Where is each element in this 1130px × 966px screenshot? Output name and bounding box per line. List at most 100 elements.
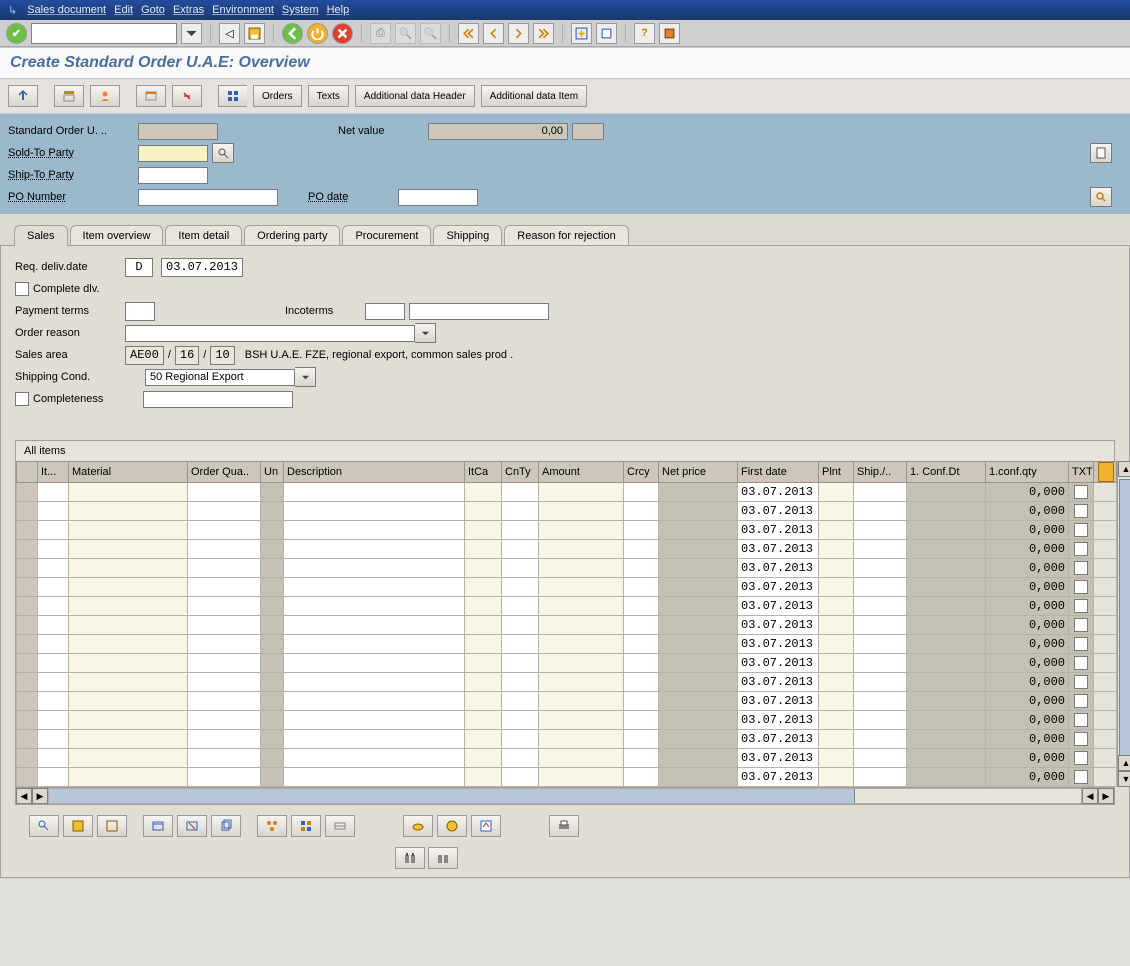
grid-cell[interactable] <box>1069 730 1093 748</box>
grid-cell[interactable] <box>38 730 68 748</box>
grid-cell[interactable] <box>659 730 737 748</box>
row-selector[interactable] <box>17 711 38 730</box>
grid-cell[interactable] <box>819 578 853 596</box>
grid-cell[interactable] <box>188 711 260 729</box>
column-header[interactable]: CnTy <box>502 462 539 483</box>
grid-cell[interactable] <box>502 597 538 615</box>
help-button[interactable]: ? <box>634 23 655 44</box>
grid-cell[interactable] <box>38 654 68 672</box>
nav-back-button[interactable] <box>282 23 303 44</box>
column-header[interactable]: Description <box>284 462 465 483</box>
req-deliv-type-input[interactable]: D <box>125 258 153 277</box>
grid-cell[interactable] <box>819 483 853 501</box>
grid-cell[interactable] <box>69 521 187 539</box>
grid-cell[interactable] <box>539 597 623 615</box>
grid-cell[interactable] <box>69 730 187 748</box>
grid-cell[interactable]: 03.07.2013 <box>738 635 818 653</box>
grid-cell[interactable]: 0,000 <box>986 711 1068 729</box>
txt-checkbox[interactable] <box>1074 694 1088 708</box>
grid-cell[interactable] <box>284 635 464 653</box>
grid-cell[interactable] <box>539 673 623 691</box>
menu-extras[interactable]: Extras <box>173 4 204 16</box>
grid-cell[interactable] <box>1069 540 1093 558</box>
command-field[interactable] <box>31 23 177 44</box>
grid-cell[interactable] <box>907 673 985 691</box>
print-preview-button[interactable] <box>549 815 579 837</box>
services-button[interactable] <box>325 815 355 837</box>
grid-cell[interactable] <box>38 483 68 501</box>
grid-cell[interactable] <box>624 711 658 729</box>
grid-cell[interactable] <box>188 749 260 767</box>
grid-cell[interactable] <box>69 711 187 729</box>
grid-cell[interactable] <box>502 521 538 539</box>
grid-cell[interactable] <box>188 654 260 672</box>
completeness-checkbox[interactable] <box>15 392 29 406</box>
grid-cell[interactable] <box>502 654 538 672</box>
table-row[interactable]: 03.07.20130,000 <box>17 616 1117 635</box>
column-header[interactable]: Plnt <box>819 462 854 483</box>
grid-cell[interactable] <box>502 540 538 558</box>
sold-to-input[interactable] <box>138 145 208 162</box>
txt-checkbox[interactable] <box>1074 561 1088 575</box>
grid-cell[interactable] <box>659 559 737 577</box>
grid-cell[interactable] <box>624 692 658 710</box>
grid-cell[interactable]: 03.07.2013 <box>738 692 818 710</box>
grid-cell[interactable]: 0,000 <box>986 483 1068 501</box>
customize-layout-button[interactable] <box>659 23 680 44</box>
row-selector[interactable] <box>17 616 38 635</box>
grid-cell[interactable] <box>261 692 283 710</box>
scroll-thumb-h[interactable] <box>49 789 855 803</box>
grid-cell[interactable]: 03.07.2013 <box>738 673 818 691</box>
scroll-right-button[interactable]: ▶ <box>1098 788 1114 804</box>
grid-cell[interactable] <box>284 673 464 691</box>
grid-cell[interactable] <box>284 502 464 520</box>
grid-horizontal-scrollbar[interactable]: ◀ ▶ ◀ ▶ <box>16 787 1114 804</box>
grid-cell[interactable] <box>539 521 623 539</box>
scroll-up-button[interactable]: ▲ <box>1118 461 1130 477</box>
completeness-input[interactable] <box>143 391 293 408</box>
grid-cell[interactable] <box>624 730 658 748</box>
grid-cell[interactable] <box>502 559 538 577</box>
grid-cell[interactable] <box>907 521 985 539</box>
grid-cell[interactable] <box>38 616 68 634</box>
grid-cell[interactable] <box>69 578 187 596</box>
grid-cell[interactable] <box>819 692 853 710</box>
grid-cell[interactable]: 03.07.2013 <box>738 768 818 786</box>
grid-cell[interactable]: 03.07.2013 <box>738 730 818 748</box>
grid-cell[interactable] <box>261 483 283 501</box>
config-button[interactable] <box>172 85 202 107</box>
grid-cell[interactable] <box>819 521 853 539</box>
grid-cell[interactable] <box>854 692 906 710</box>
grid-cell[interactable] <box>38 540 68 558</box>
grid-cell[interactable] <box>907 692 985 710</box>
grid-cell[interactable] <box>1069 483 1093 501</box>
grid-cell[interactable] <box>465 559 501 577</box>
grid-cell[interactable] <box>261 540 283 558</box>
grid-cell[interactable] <box>69 768 187 786</box>
grid-cell[interactable] <box>261 578 283 596</box>
grid-cell[interactable] <box>624 521 658 539</box>
incoterms-input-2[interactable] <box>409 303 549 320</box>
txt-checkbox[interactable] <box>1074 599 1088 613</box>
grid-cell[interactable] <box>624 502 658 520</box>
table-row[interactable]: 03.07.20130,000 <box>17 559 1117 578</box>
column-header[interactable]: ItCa <box>465 462 502 483</box>
txt-checkbox[interactable] <box>1074 732 1088 746</box>
column-header[interactable]: It... <box>38 462 69 483</box>
txt-checkbox[interactable] <box>1074 656 1088 670</box>
propose-items-button[interactable] <box>291 815 321 837</box>
grid-cell[interactable] <box>819 730 853 748</box>
column-header[interactable]: First date <box>738 462 819 483</box>
grid-cell[interactable] <box>465 635 501 653</box>
grid-cell[interactable] <box>69 540 187 558</box>
grid-cell[interactable]: 03.07.2013 <box>738 749 818 767</box>
detail-button[interactable] <box>29 815 59 837</box>
table-row[interactable]: 03.07.20130,000 <box>17 502 1117 521</box>
txt-checkbox[interactable] <box>1074 675 1088 689</box>
grid-cell[interactable]: 0,000 <box>986 597 1068 615</box>
grid-cell[interactable]: 03.07.2013 <box>738 616 818 634</box>
grid-cell[interactable] <box>659 597 737 615</box>
copy-row-button[interactable] <box>211 815 241 837</box>
grid-cell[interactable] <box>465 711 501 729</box>
row-selector[interactable] <box>17 502 38 521</box>
